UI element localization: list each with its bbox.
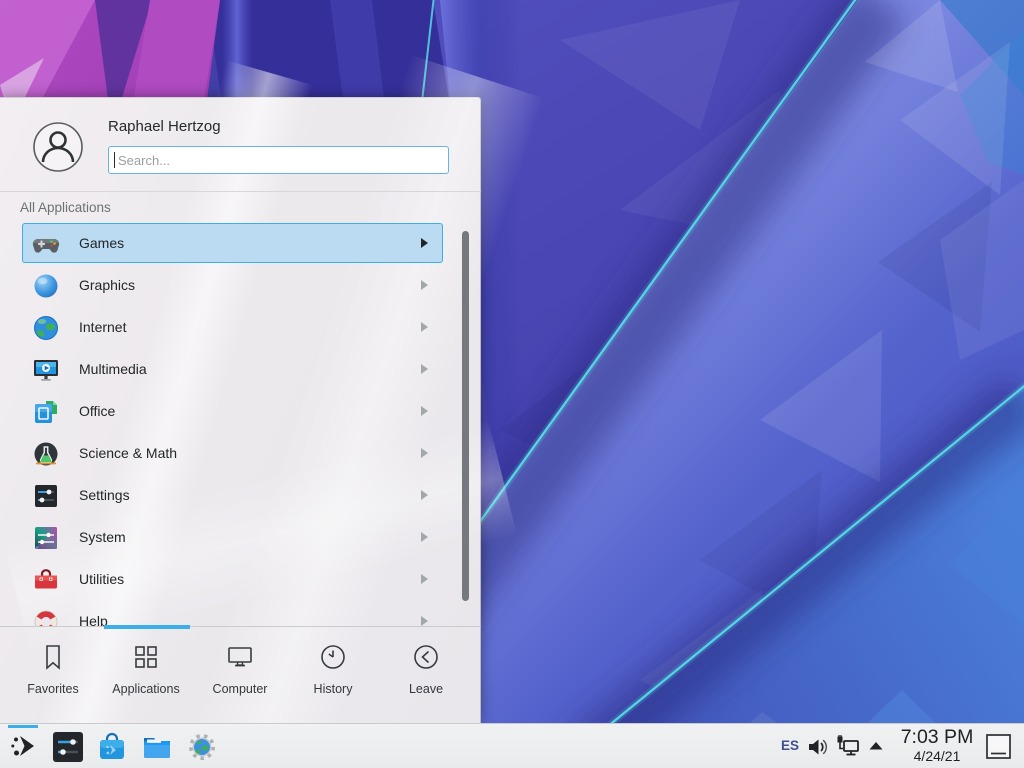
tab-label: Favorites bbox=[7, 682, 99, 696]
category-row-science[interactable]: Science & Math bbox=[22, 433, 443, 473]
wired-network-icon[interactable] bbox=[835, 734, 861, 760]
grid-icon bbox=[131, 642, 161, 672]
category-list: Games Graphics bbox=[0, 219, 481, 626]
header-divider bbox=[0, 191, 481, 192]
submenu-arrow-icon bbox=[421, 616, 428, 626]
category-label: Internet bbox=[79, 319, 126, 335]
scrollbar-thumb[interactable] bbox=[462, 231, 469, 601]
file-manager-task-button[interactable] bbox=[141, 724, 177, 768]
active-tab-indicator bbox=[104, 625, 190, 629]
category-label: Games bbox=[79, 235, 124, 251]
category-row-utilities[interactable]: Utilities bbox=[22, 559, 443, 599]
system-settings-task-button[interactable] bbox=[52, 724, 88, 768]
kde-launcher-icon bbox=[9, 731, 39, 761]
application-launcher-button[interactable] bbox=[2, 724, 44, 768]
leave-icon bbox=[411, 642, 441, 672]
documents-icon bbox=[32, 398, 60, 426]
submenu-arrow-icon bbox=[421, 490, 428, 500]
clock-icon bbox=[318, 642, 348, 672]
computer-icon bbox=[225, 642, 255, 672]
discover-bag-icon bbox=[97, 731, 127, 763]
tab-favorites[interactable]: Favorites bbox=[7, 636, 99, 716]
volume-icon[interactable] bbox=[806, 735, 830, 759]
submenu-arrow-icon bbox=[421, 280, 428, 290]
clock-date: 4/24/21 bbox=[896, 748, 978, 764]
lifebuoy-icon bbox=[32, 608, 60, 626]
section-label: All Applications bbox=[20, 200, 111, 215]
tab-label: Leave bbox=[380, 682, 472, 696]
category-label: Multimedia bbox=[79, 361, 147, 377]
taskbar-panel: ES 7:03 PM 4/24/21 bbox=[0, 723, 1024, 768]
digital-clock[interactable]: 7:03 PM 4/24/21 bbox=[896, 726, 978, 764]
tab-applications[interactable]: Applications bbox=[100, 636, 192, 716]
application-launcher-popup: Raphael Hertzog All Applications Games bbox=[0, 97, 481, 723]
web-browser-task-button[interactable] bbox=[188, 724, 222, 768]
gamepad-icon bbox=[32, 230, 60, 258]
user-name: Raphael Hertzog bbox=[108, 118, 221, 135]
category-label: Graphics bbox=[79, 277, 135, 293]
sphere-icon bbox=[32, 272, 60, 300]
globe-icon bbox=[32, 314, 60, 342]
category-label: System bbox=[79, 529, 126, 545]
submenu-arrow-icon bbox=[421, 322, 428, 332]
expand-tray-caret-icon[interactable] bbox=[867, 740, 885, 752]
toolbox-icon bbox=[32, 566, 60, 594]
category-label: Utilities bbox=[79, 571, 124, 587]
tab-history[interactable]: History bbox=[287, 636, 379, 716]
category-row-multimedia[interactable]: Multimedia bbox=[22, 349, 443, 389]
search-input[interactable] bbox=[108, 146, 449, 174]
bookmark-icon bbox=[38, 642, 68, 672]
category-row-help[interactable]: Help bbox=[22, 601, 443, 626]
category-label: Office bbox=[79, 403, 115, 419]
submenu-arrow-icon bbox=[421, 364, 428, 374]
flask-icon bbox=[32, 440, 60, 468]
show-desktop-button[interactable] bbox=[985, 733, 1012, 760]
monitor-play-icon bbox=[32, 356, 60, 384]
desktop: Raphael Hertzog All Applications Games bbox=[0, 0, 1024, 768]
submenu-arrow-icon bbox=[421, 574, 428, 584]
system-sliders-icon bbox=[32, 524, 60, 552]
category-row-graphics[interactable]: Graphics bbox=[22, 265, 443, 305]
category-label: Settings bbox=[79, 487, 130, 503]
submenu-arrow-icon bbox=[421, 238, 428, 248]
active-task-indicator bbox=[8, 725, 38, 728]
category-row-office[interactable]: Office bbox=[22, 391, 443, 431]
tabbar-divider bbox=[0, 626, 481, 627]
category-row-internet[interactable]: Internet bbox=[22, 307, 443, 347]
web-browser-globe-gear-icon bbox=[188, 733, 216, 761]
folder-icon bbox=[141, 731, 173, 763]
discover-task-button[interactable] bbox=[97, 724, 133, 768]
user-avatar-icon[interactable] bbox=[33, 122, 83, 172]
clock-time: 7:03 PM bbox=[896, 726, 978, 748]
category-label: Science & Math bbox=[79, 445, 177, 461]
keyboard-layout-indicator[interactable]: ES bbox=[776, 724, 804, 768]
sliders-icon bbox=[32, 482, 60, 510]
category-row-games[interactable]: Games bbox=[22, 223, 443, 263]
text-cursor bbox=[114, 152, 115, 168]
tab-label: History bbox=[287, 682, 379, 696]
submenu-arrow-icon bbox=[421, 532, 428, 542]
system-settings-icon bbox=[52, 731, 84, 763]
category-row-system[interactable]: System bbox=[22, 517, 443, 557]
submenu-arrow-icon bbox=[421, 406, 428, 416]
submenu-arrow-icon bbox=[421, 448, 428, 458]
category-row-settings[interactable]: Settings bbox=[22, 475, 443, 515]
tab-label: Applications bbox=[100, 682, 192, 696]
tab-label: Computer bbox=[194, 682, 286, 696]
tab-computer[interactable]: Computer bbox=[194, 636, 286, 716]
tab-leave[interactable]: Leave bbox=[380, 636, 472, 716]
